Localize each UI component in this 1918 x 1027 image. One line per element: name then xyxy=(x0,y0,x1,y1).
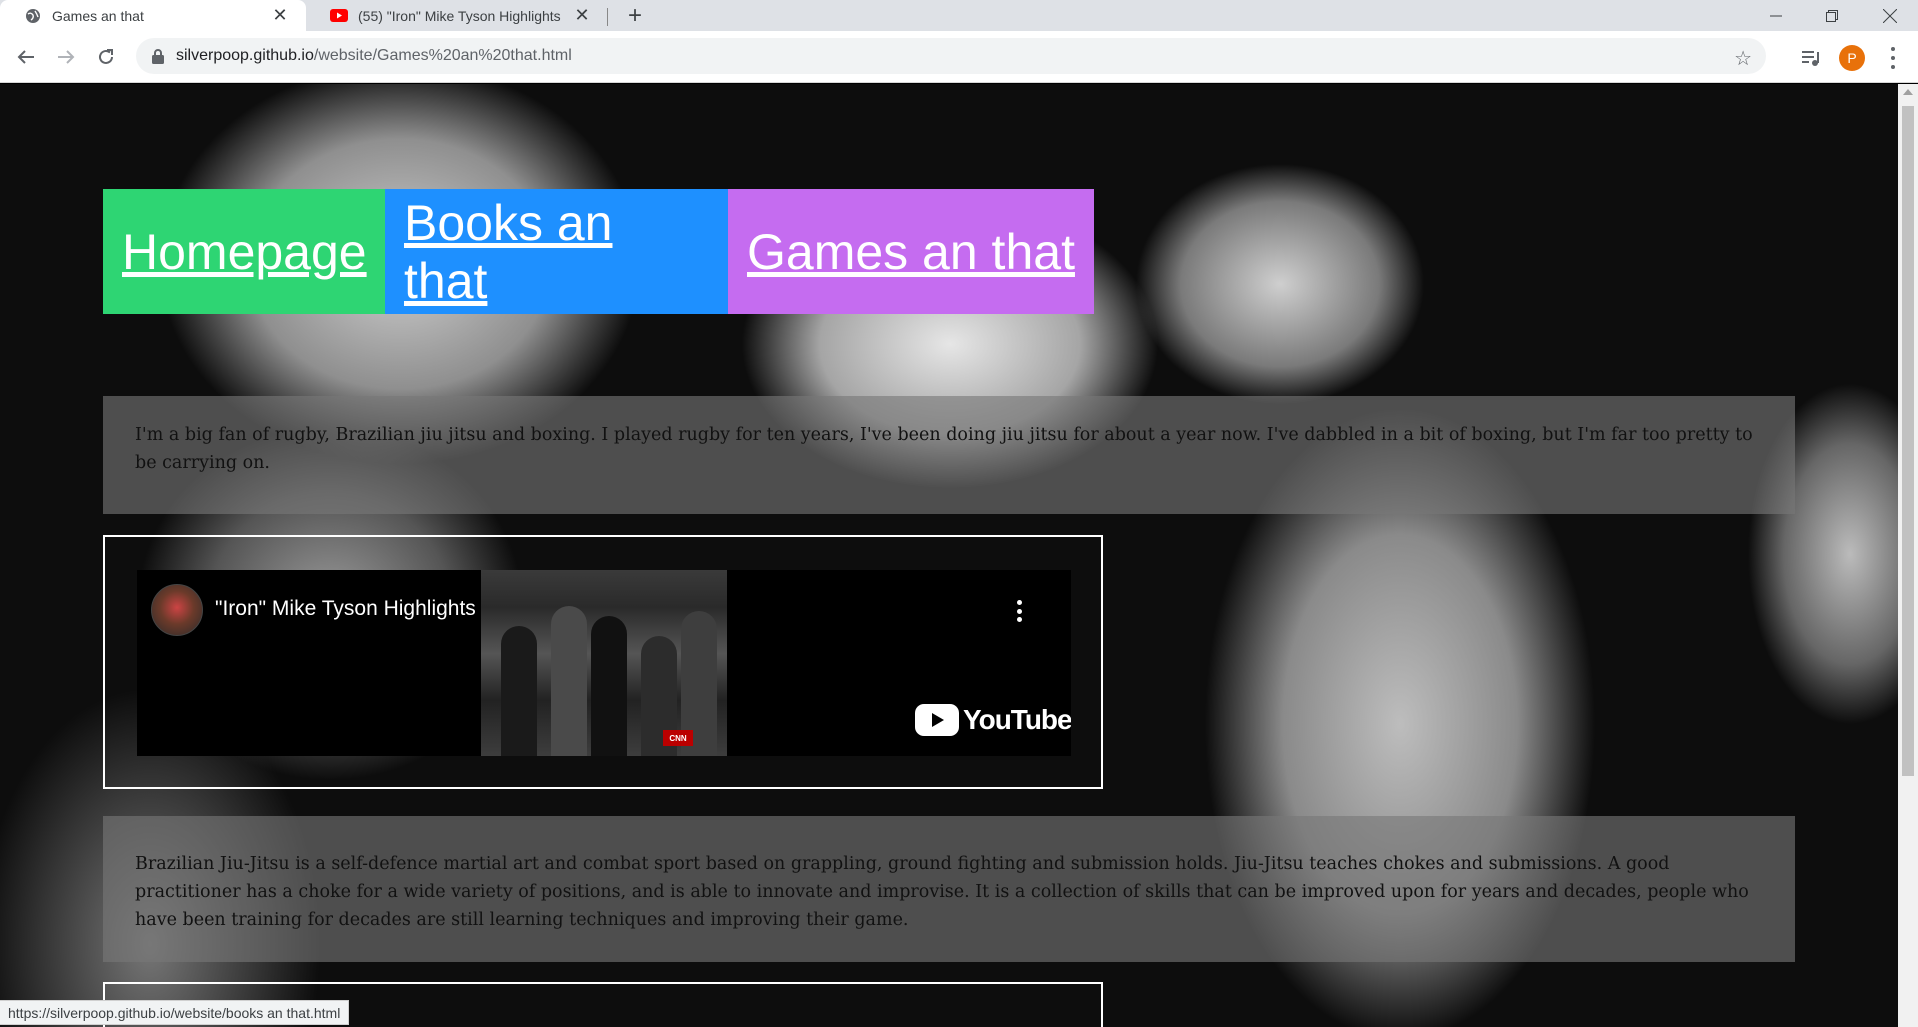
tab-strip: Games an that ✕ (55) "Iron" Mike Tyson H… xyxy=(0,0,1918,31)
reload-icon[interactable] xyxy=(94,45,118,69)
minimize-button[interactable] xyxy=(1748,0,1804,31)
video-embed-frame: CNN "Iron" Mike Tyson Highlights YouTube xyxy=(103,535,1103,789)
bjj-paragraph: Brazilian Jiu-Jitsu is a self-defence ma… xyxy=(103,816,1795,962)
back-arrow-icon[interactable] xyxy=(14,45,38,69)
tab-games-an-that[interactable]: Games an that ✕ xyxy=(0,0,306,31)
new-tab-button[interactable]: + xyxy=(622,2,648,29)
nav-link-games[interactable]: Games an that xyxy=(728,189,1094,314)
nav-link-homepage[interactable]: Homepage xyxy=(103,189,385,314)
restore-button[interactable] xyxy=(1804,0,1860,31)
youtube-logo[interactable]: YouTube xyxy=(915,704,1071,736)
close-tab-icon[interactable]: ✕ xyxy=(572,5,592,26)
url-path: /website/Games%20an%20that.html xyxy=(313,47,572,64)
tab-title: Games an that xyxy=(52,7,144,24)
browser-menu-icon[interactable] xyxy=(1882,45,1904,71)
close-window-button[interactable] xyxy=(1862,0,1918,31)
scroll-up-arrow-icon[interactable] xyxy=(1903,89,1913,95)
page-scrollbar[interactable] xyxy=(1898,84,1918,1027)
status-bar-url: https://silverpoop.github.io/website/boo… xyxy=(0,1000,350,1025)
cnn-badge: CNN xyxy=(663,730,693,746)
site-navbar: Homepage Books an that Games an that xyxy=(103,189,1094,314)
channel-avatar[interactable] xyxy=(151,584,203,636)
lock-icon[interactable] xyxy=(150,48,166,64)
bookmark-star-icon[interactable]: ☆ xyxy=(1734,46,1752,71)
forward-arrow-icon[interactable] xyxy=(54,45,78,69)
youtube-wordmark: YouTube xyxy=(963,704,1071,735)
tab-tyson-highlights[interactable]: (55) "Iron" Mike Tyson Highlights ✕ xyxy=(306,0,608,31)
media-control-icon[interactable] xyxy=(1800,47,1822,69)
browser-window: Games an that ✕ (55) "Iron" Mike Tyson H… xyxy=(0,0,1918,1027)
address-bar[interactable]: silverpoop.github.io/website/Games%20an%… xyxy=(136,38,1766,74)
intro-paragraph: I'm a big fan of rugby, Brazilian jiu ji… xyxy=(103,396,1795,514)
video-more-icon[interactable] xyxy=(1017,600,1023,622)
nav-link-books[interactable]: Books an that xyxy=(385,189,728,314)
video-title[interactable]: "Iron" Mike Tyson Highlights xyxy=(215,597,476,621)
scrollbar-thumb[interactable] xyxy=(1902,106,1914,776)
url-domain: silverpoop.github.io xyxy=(176,47,314,64)
video-thumbnail: CNN xyxy=(481,570,727,756)
youtube-play-icon xyxy=(915,704,959,736)
youtube-video-player[interactable]: CNN "Iron" Mike Tyson Highlights YouTube xyxy=(137,570,1071,756)
page-viewport: Homepage Books an that Games an that I'm… xyxy=(0,84,1898,1027)
tab-separator xyxy=(607,8,608,26)
globe-icon xyxy=(24,7,42,25)
profile-avatar[interactable]: P xyxy=(1839,45,1865,71)
tab-title: (55) "Iron" Mike Tyson Highlights xyxy=(358,7,561,24)
youtube-icon xyxy=(330,7,348,25)
close-tab-icon[interactable]: ✕ xyxy=(270,5,290,26)
browser-toolbar: silverpoop.github.io/website/Games%20an%… xyxy=(0,31,1918,83)
url-text: silverpoop.github.io/website/Games%20an%… xyxy=(176,47,572,65)
